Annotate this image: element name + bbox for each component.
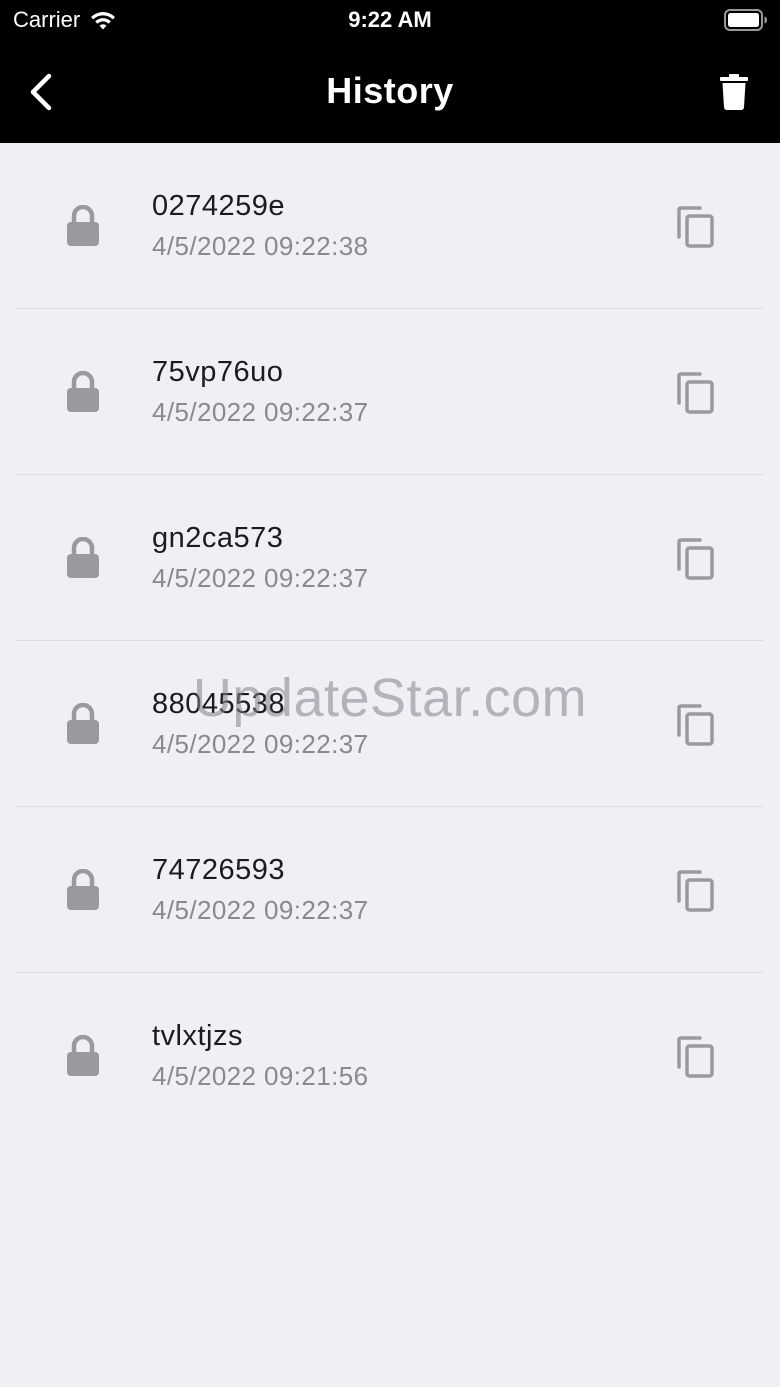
history-timestamp: 4/5/2022 09:22:38: [152, 231, 369, 261]
lock-icon: [67, 371, 99, 412]
lock-icon: [67, 703, 99, 744]
trash-icon: [720, 74, 748, 110]
copy-button[interactable]: [668, 531, 724, 587]
copy-icon: [677, 870, 714, 912]
history-timestamp: 4/5/2022 09:22:37: [152, 563, 369, 593]
lock-icon: [67, 205, 99, 246]
history-timestamp: 4/5/2022 09:22:37: [152, 729, 369, 759]
history-timestamp: 4/5/2022 09:22:37: [152, 895, 369, 925]
navigation-bar: History: [0, 40, 780, 143]
status-time: 9:22 AM: [348, 7, 432, 32]
history-code: 88045538: [152, 688, 286, 720]
history-code: 74726593: [152, 854, 286, 886]
history-row[interactable]: 88045538 4/5/2022 09:22:37: [16, 641, 764, 807]
history-list: 0274259e 4/5/2022 09:22:38 75vp76uo 4/5/…: [0, 143, 780, 1138]
history-row[interactable]: gn2ca573 4/5/2022 09:22:37: [16, 475, 764, 641]
lock-icon: [67, 1035, 99, 1076]
copy-icon: [677, 704, 714, 746]
history-code: tvlxtjzs: [152, 1020, 243, 1052]
history-code: 0274259e: [152, 190, 286, 222]
page-title: History: [326, 70, 454, 111]
copy-button[interactable]: [668, 697, 724, 753]
history-code: gn2ca573: [152, 522, 284, 554]
history-timestamp: 4/5/2022 09:21:56: [152, 1061, 369, 1091]
lock-icon: [67, 537, 99, 578]
status-bar: Carrier 9:22 AM: [0, 0, 780, 40]
battery-icon: [724, 9, 767, 31]
history-row[interactable]: 75vp76uo 4/5/2022 09:22:37: [16, 309, 764, 475]
lock-icon: [67, 869, 99, 910]
copy-icon: [677, 206, 714, 248]
history-timestamp: 4/5/2022 09:22:37: [152, 397, 369, 427]
history-row[interactable]: 74726593 4/5/2022 09:22:37: [16, 807, 764, 973]
copy-icon: [677, 538, 714, 580]
copy-button[interactable]: [668, 1029, 724, 1085]
copy-button[interactable]: [668, 365, 724, 421]
clear-history-button[interactable]: [710, 68, 758, 116]
copy-icon: [677, 372, 714, 414]
copy-button[interactable]: [668, 863, 724, 919]
history-code: 75vp76uo: [152, 356, 284, 388]
history-row[interactable]: tvlxtjzs 4/5/2022 09:21:56: [16, 973, 764, 1138]
history-row[interactable]: 0274259e 4/5/2022 09:22:38: [16, 143, 764, 309]
copy-button[interactable]: [668, 199, 724, 255]
copy-icon: [677, 1036, 714, 1078]
